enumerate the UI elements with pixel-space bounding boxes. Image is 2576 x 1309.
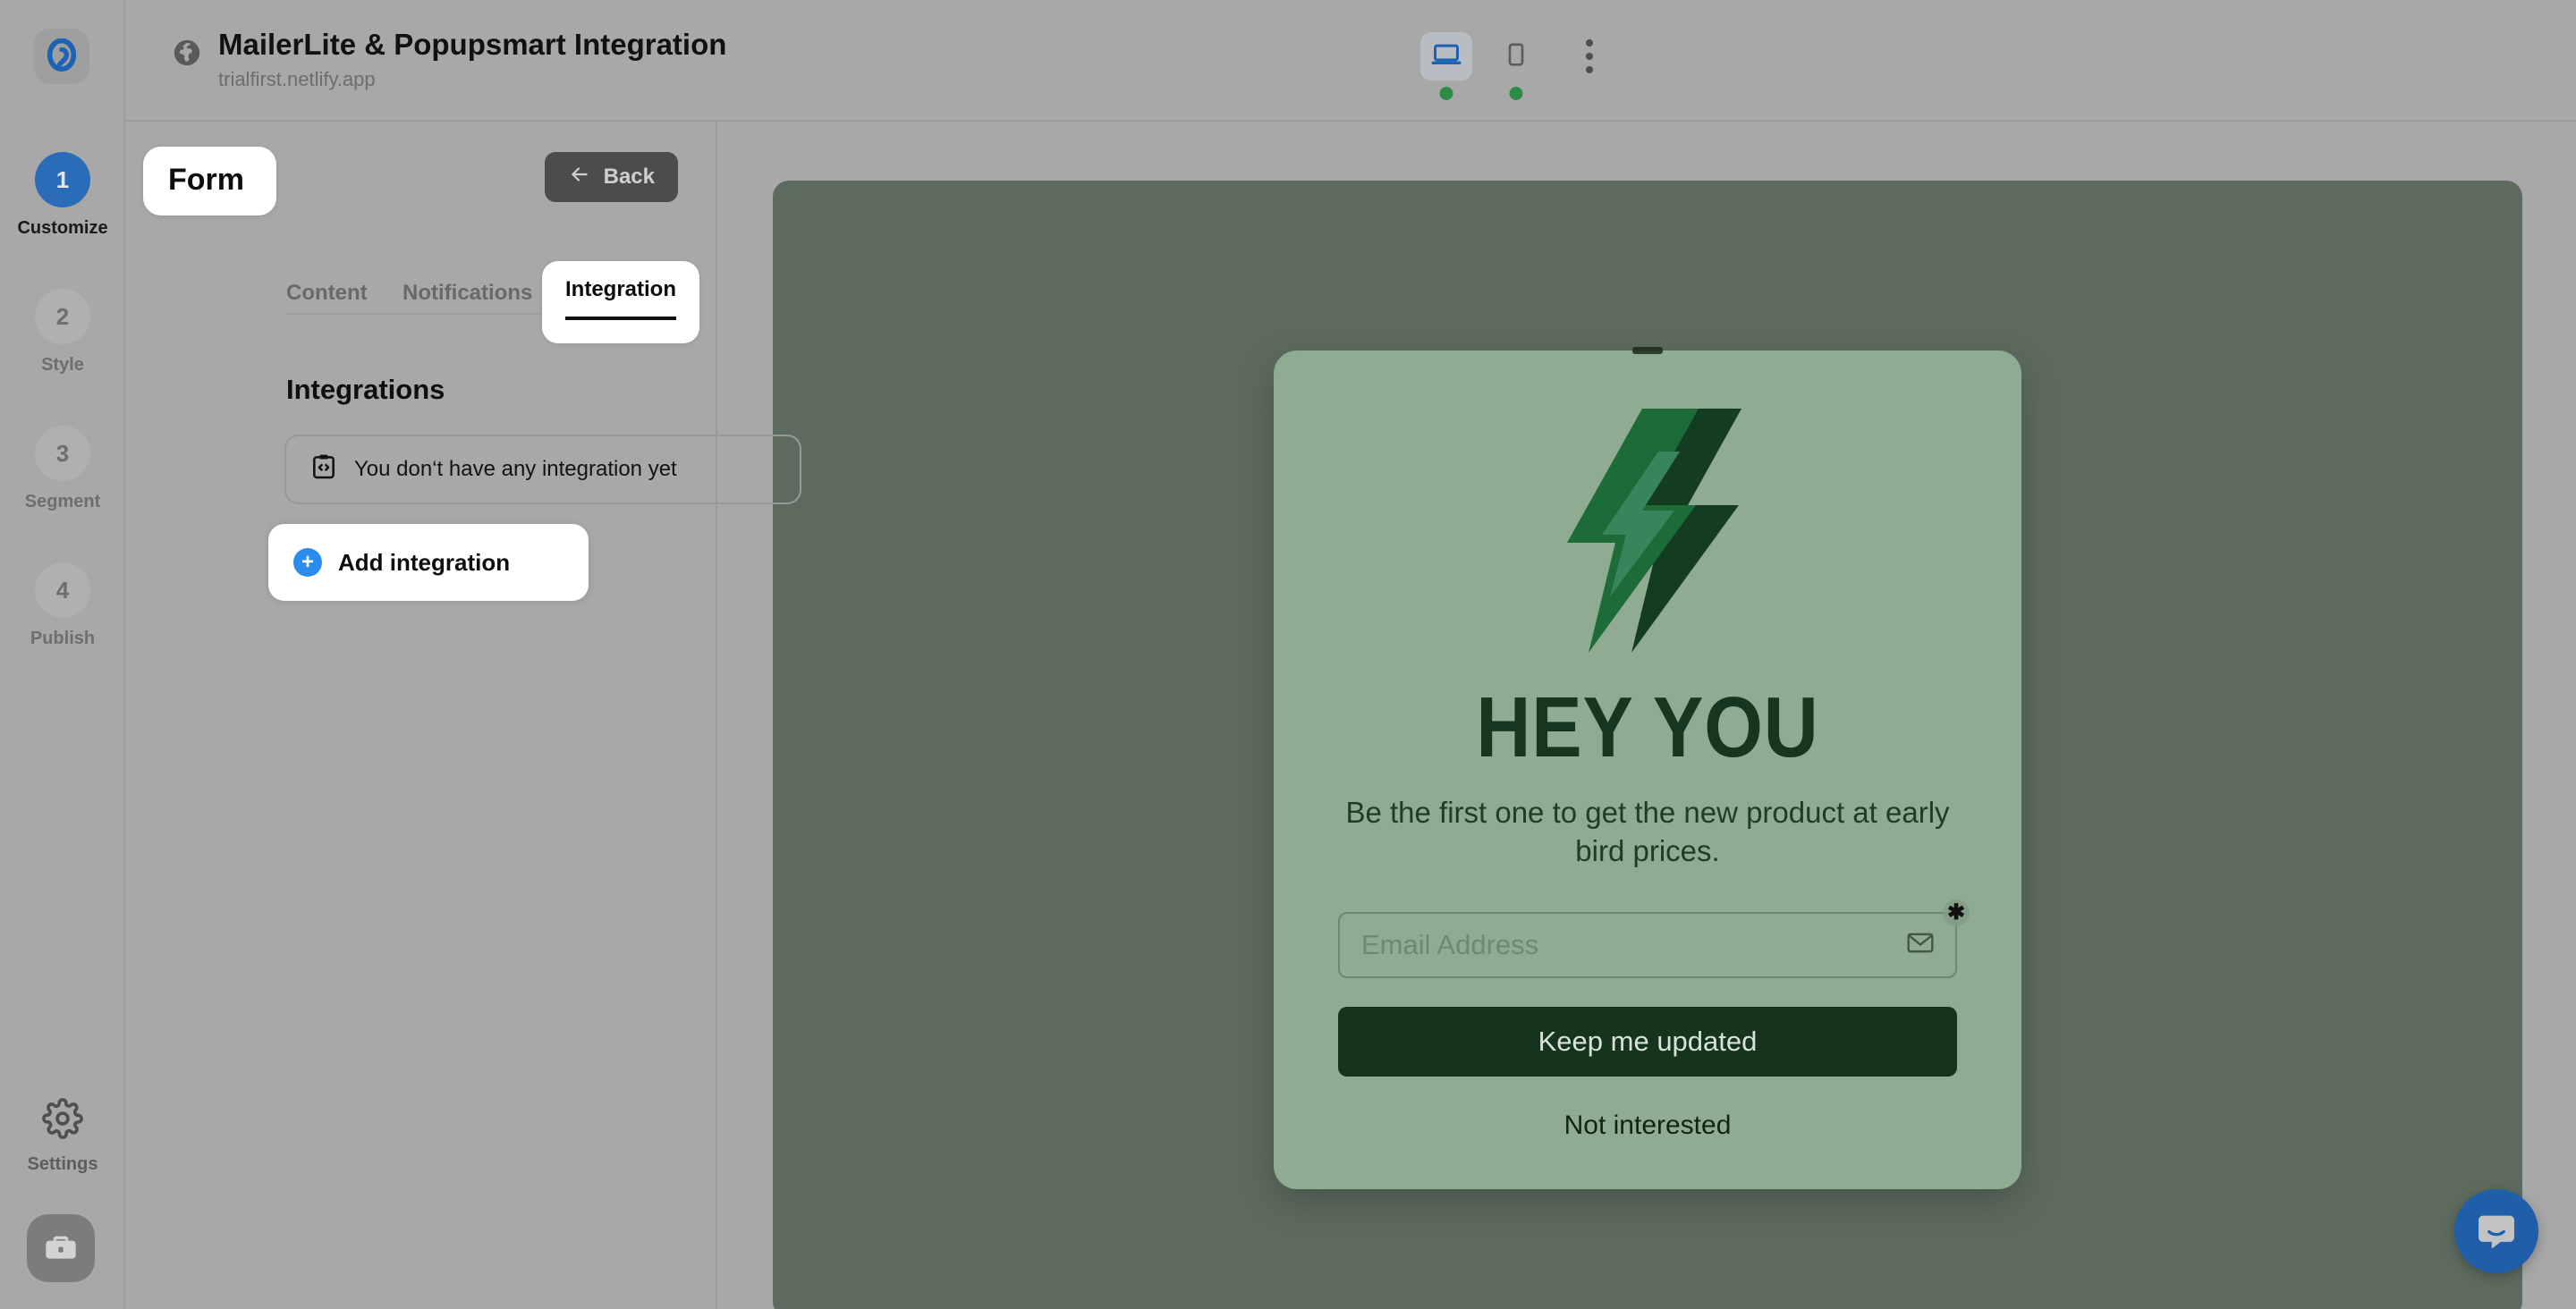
device-toggle-mobile[interactable] [1490, 32, 1542, 100]
sidebar-step-publish[interactable]: 4 Publish [0, 562, 125, 649]
kebab-menu-icon[interactable] [1567, 32, 1612, 80]
email-placeholder: Email Address [1361, 928, 1539, 960]
page-title: MailerLite & Popupsmart Integration [218, 28, 727, 61]
step-label: Customize [17, 218, 108, 238]
gear-icon [42, 1098, 83, 1144]
top-bar: MailerLite & Popupsmart Integration tria… [125, 0, 2576, 122]
device-toggle-group [1420, 32, 1612, 100]
clipboard-code-icon [309, 452, 338, 487]
step-number: 4 [35, 562, 90, 618]
tab-notifications[interactable]: Notifications [402, 281, 532, 306]
integrations-empty-state: You don‘t have any integration yet [284, 435, 801, 504]
panel-header: Form Back [125, 122, 716, 229]
sidebar-step-customize[interactable]: 1 Customize [0, 152, 125, 239]
step-number: 3 [35, 426, 90, 481]
app-root: 1 Customize 2 Style 3 Segment 4 Publish [0, 0, 2576, 1309]
preview-stage: HEY YOU Be the first one to get the new … [717, 122, 2576, 1309]
tab-bar: Content Notifications Integration [125, 254, 716, 343]
kebab-dot [1586, 53, 1593, 60]
tab-content[interactable]: Content [286, 281, 368, 306]
left-rail: 1 Customize 2 Style 3 Segment 4 Publish [0, 0, 125, 1309]
step-number: 2 [35, 289, 90, 344]
popup-subtext: Be the first one to get the new product … [1345, 796, 1950, 867]
popup-headline: HEY YOU [1476, 680, 1819, 775]
dismiss-link[interactable]: Not interested [1326, 1111, 1970, 1141]
step-label: Style [41, 355, 84, 375]
lightning-bolt-icon [1326, 386, 1970, 672]
intercom-chat-icon[interactable] [2454, 1189, 2538, 1273]
editor-panel: Form Back Content Notifications Integrat… [125, 122, 801, 1309]
step-number: 1 [35, 152, 90, 207]
step-list: 1 Customize 2 Style 3 Segment 4 Publish [0, 152, 125, 699]
panel-title: Form [143, 147, 276, 215]
desktop-icon [1431, 39, 1462, 74]
device-status-dot [1509, 87, 1523, 100]
close-icon[interactable] [1632, 347, 1663, 354]
envelope-icon [1905, 927, 1936, 962]
tab-integration[interactable]: Integration [542, 261, 699, 343]
popupsmart-logo-icon[interactable] [34, 29, 89, 84]
kebab-dot [1586, 66, 1593, 73]
popup-card: HEY YOU Be the first one to get the new … [1274, 347, 2021, 1189]
project-info: MailerLite & Popupsmart Integration tria… [172, 27, 726, 91]
add-integration-button[interactable]: + Add integration [268, 524, 589, 601]
back-button[interactable]: Back [544, 152, 678, 202]
sidebar-step-style[interactable]: 2 Style [0, 289, 125, 376]
empty-state-text: You don‘t have any integration yet [354, 457, 677, 481]
mobile-icon [1503, 41, 1530, 72]
settings-label: Settings [27, 1154, 98, 1174]
device-status-dot [1439, 87, 1453, 100]
email-input[interactable]: Email Address ✱ [1338, 899, 1970, 978]
step-label: Segment [24, 492, 101, 511]
globe-icon [172, 38, 202, 72]
kebab-dot [1586, 39, 1593, 46]
add-integration-label: Add integration [338, 548, 511, 576]
sidebar-item-settings[interactable]: Settings [0, 1098, 125, 1175]
required-badge: ✱ [1943, 899, 1970, 926]
tab-integration-label: Integration [565, 277, 676, 320]
device-toggle-desktop[interactable] [1420, 32, 1472, 100]
sidebar-step-segment[interactable]: 3 Segment [0, 426, 125, 512]
submit-button[interactable]: Keep me updated [1338, 1006, 1957, 1077]
section-title: Integrations [286, 374, 445, 405]
plus-circle-icon: + [293, 548, 322, 577]
preview-canvas: HEY YOU Be the first one to get the new … [773, 181, 2522, 1309]
arrow-left-icon [568, 163, 591, 192]
back-button-label: Back [603, 165, 655, 189]
site-domain: trialfirst.netlify.app [218, 67, 376, 90]
briefcase-icon[interactable] [27, 1214, 95, 1282]
step-label: Publish [30, 629, 96, 648]
